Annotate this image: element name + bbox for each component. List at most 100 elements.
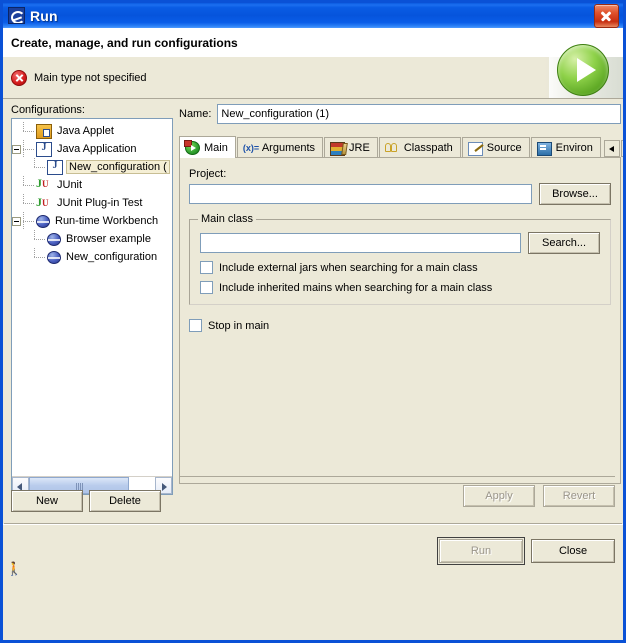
browse-button[interactable]: Browse... [539,183,611,205]
tree-connector [23,212,36,230]
tree-item-label: Java Applet [57,125,114,137]
include-inherited-mains-label: Include inherited mains when searching f… [219,281,493,294]
dialog-header: Create, manage, and run configurations M… [3,28,623,99]
tab-scroll-left-icon[interactable] [603,140,620,157]
main-class-group-body: Search... Include external jars when sea… [200,220,600,294]
stop-in-main-label: Stop in main [208,319,270,332]
runtime-workbench-icon [47,251,61,264]
apply-revert-buttons: Apply Revert [463,485,615,507]
arguments-tab-icon: (x)= [242,143,260,153]
tree-action-buttons: New Delete [11,490,161,512]
java-application-icon [47,159,63,175]
include-external-jars-checkbox[interactable] [200,261,213,274]
page-title: Create, manage, and run configurations [11,36,238,50]
environment-tab-icon [536,141,552,156]
junit-plugin-test-icon [36,195,52,211]
tree-item-label: Java Application [57,143,137,155]
tree-connector [34,158,47,176]
runtime-workbench-icon [47,233,61,246]
tab-arguments[interactable]: (x)= Arguments [236,137,324,158]
tree-item-java-application[interactable]: Java Application [12,140,172,158]
tree-item-new-configuration[interactable]: New_configuration [12,248,172,266]
dialog-body: Configurations: Java Applet Java Applica… [3,99,623,581]
include-inherited-mains-checkbox[interactable] [200,281,213,294]
configuration-editor: Name: Main (x)= Arguments JRE [179,104,623,484]
tree-expander-icon[interactable] [12,144,21,154]
status-message-bar: Main type not specified [3,57,549,98]
tree-connector [23,140,36,158]
tree-connector [34,230,47,248]
junit-icon [36,176,52,193]
tree-item-browser-example[interactable]: Browser example [12,230,172,248]
tab-main[interactable]: Main [179,136,236,158]
include-external-jars-row[interactable]: Include external jars when searching for… [200,261,600,274]
apply-button[interactable]: Apply [463,485,535,507]
main-class-input[interactable] [200,233,521,253]
apply-separator [179,476,615,477]
name-input[interactable] [217,104,621,124]
include-external-jars-label: Include external jars when searching for… [219,261,478,274]
delete-button[interactable]: Delete [89,490,161,512]
tab-label: Classpath [403,142,453,154]
java-application-icon [36,141,52,157]
project-row: Browse... [189,183,611,205]
name-label: Name: [179,108,212,120]
tree-item-label: Browser example [66,233,151,245]
close-button[interactable]: Close [531,539,615,563]
resize-grip-icon[interactable]: 🚶 [6,561,22,577]
name-row: Name: [179,104,621,124]
project-input[interactable] [189,184,532,204]
project-label: Project: [189,168,227,180]
configurations-panel: Configurations: Java Applet Java Applica… [11,104,173,495]
tree-connector [23,176,36,194]
stop-in-main-checkbox[interactable] [189,319,202,332]
main-tab-panel: Project: Browse... Main class Search... [179,157,621,484]
configurations-label: Configurations: [11,104,85,116]
new-button[interactable]: New [11,490,83,512]
window-title: Run [30,7,58,24]
tab-source[interactable]: Source [461,137,530,158]
tree-item-junit[interactable]: JUnit [12,176,172,194]
tree-connector [23,122,36,140]
tree-connector [23,194,36,212]
classpath-tab-icon [384,141,400,155]
tree-item-label: JUnit Plug-in Test [57,197,143,209]
main-tab-icon [184,139,200,155]
title-bar: Run [0,0,626,28]
run-button[interactable]: Run [437,537,525,565]
tree-item-new-configuration-1[interactable]: New_configuration ( [12,158,172,176]
configurations-tree[interactable]: Java Applet Java Application New_config [11,118,173,495]
tab-label: JRE [349,142,370,154]
tree-item-runtime-workbench[interactable]: Run-time Workbench [12,212,172,230]
main-class-group-label: Main class [198,213,256,225]
jre-tab-icon [330,141,346,156]
error-message: Main type not specified [34,71,147,84]
tree-item-java-applet[interactable]: Java Applet [12,122,172,140]
tab-classpath[interactable]: Classpath [378,137,461,158]
tree-item-junit-plugin-test[interactable]: JUnit Plug-in Test [12,194,172,212]
include-inherited-mains-row[interactable]: Include inherited mains when searching f… [200,281,600,294]
tab-bar: Main (x)= Arguments JRE Classpath Source [179,136,623,158]
tab-label: Source [486,142,522,154]
tab-label: Environ [555,142,593,154]
run-configurations-dialog: Create, manage, and run configurations M… [0,28,626,643]
close-icon[interactable] [594,3,619,28]
tree-expander-icon[interactable] [12,216,21,226]
revert-button[interactable]: Revert [543,485,615,507]
tree-connector [34,248,47,266]
tab-jre[interactable]: JRE [324,137,378,158]
tab-label: Main [204,141,228,154]
tab-scroll-right-icon[interactable] [620,140,623,157]
java-applet-icon [36,123,52,139]
runtime-workbench-icon [36,215,50,228]
tree-item-label: New_configuration ( [66,160,170,174]
tree-item-label: New_configuration [66,251,158,263]
stop-in-main-row[interactable]: Stop in main [189,319,611,332]
tab-environment[interactable]: Environ [530,137,601,158]
tab-scroll-buttons [603,140,623,157]
tab-label: Arguments [261,142,316,154]
dialog-footer: Run Close 🚶 [3,524,623,579]
error-icon [11,69,27,86]
source-tab-icon [467,141,483,156]
search-button[interactable]: Search... [528,232,600,254]
